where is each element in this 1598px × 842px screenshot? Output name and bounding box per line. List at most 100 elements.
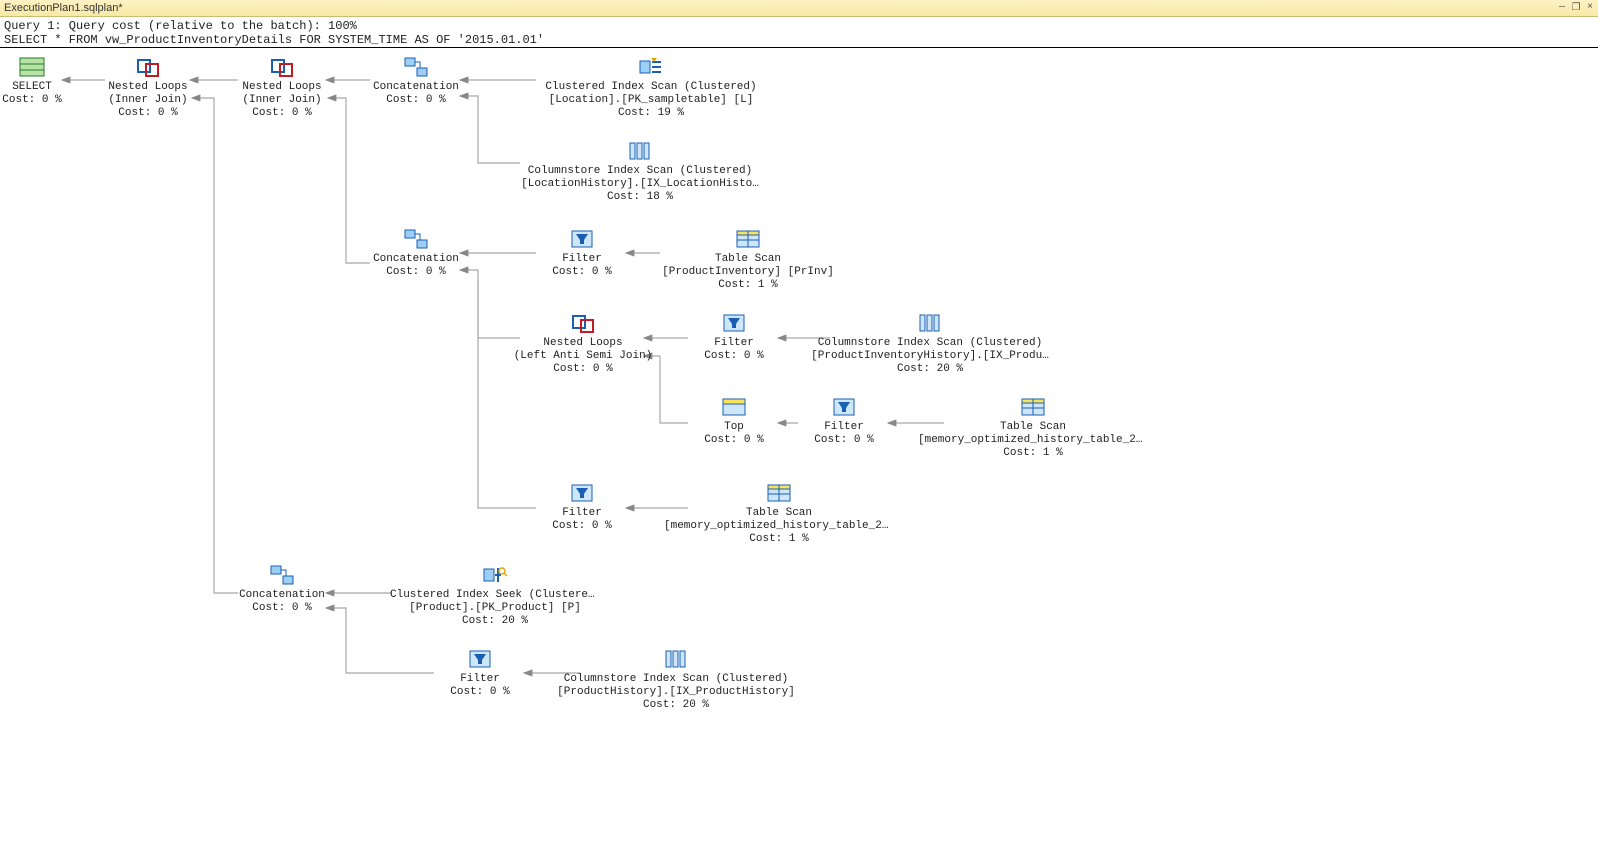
node-label: Columnstore Index Scan (Clustered) [810, 337, 1050, 350]
node-detail: (Inner Join) [98, 94, 198, 107]
node-columnstore-scan-2[interactable]: Columnstore Index Scan (Clustered) [Prod… [810, 312, 1050, 376]
node-detail: (Left Anti Semi Join) [508, 350, 658, 363]
node-cost: Cost: 0 % [98, 107, 198, 120]
node-label: Nested Loops [98, 81, 198, 94]
node-label: Nested Loops [508, 337, 658, 350]
node-label: Concatenation [366, 253, 466, 266]
window-restore-icon[interactable]: ❐ [1570, 2, 1582, 14]
node-nested-loops-3[interactable]: Nested Loops (Left Anti Semi Join) Cost:… [508, 312, 658, 376]
node-cost: Cost: 0 % [508, 363, 658, 376]
node-label: Nested Loops [232, 81, 332, 94]
node-cost: Cost: 0 % [232, 107, 332, 120]
filter-icon [466, 648, 494, 670]
node-concatenation-3[interactable]: Concatenation Cost: 0 % [232, 564, 332, 615]
window-controls: — ❐ × [1556, 2, 1596, 14]
node-detail: [Location].[PK_sampletable] [L] [536, 94, 766, 107]
node-label: Table Scan [664, 507, 894, 520]
node-detail: (Inner Join) [232, 94, 332, 107]
node-cost: Cost: 1 % [918, 447, 1148, 460]
node-detail: [ProductInventory] [PrInv] [658, 266, 838, 279]
node-table-scan-3[interactable]: Table Scan [memory_optimized_history_tab… [664, 482, 894, 546]
node-cost: Cost: 0 % [232, 602, 332, 615]
node-label: Concatenation [366, 81, 466, 94]
nested-loops-icon [134, 56, 162, 78]
node-cost: Cost: 0 % [532, 266, 632, 279]
node-detail: [Product].[PK_Product] [P] [390, 602, 600, 615]
node-label: Table Scan [658, 253, 838, 266]
nested-loops-icon [569, 312, 597, 334]
filter-icon [720, 312, 748, 334]
concatenation-icon [402, 228, 430, 250]
node-nested-loops-2[interactable]: Nested Loops (Inner Join) Cost: 0 % [232, 56, 332, 120]
node-detail: [ProductHistory].[IX_ProductHistory] [556, 686, 796, 699]
columnstore-scan-icon [662, 648, 690, 670]
node-select[interactable]: SELECT Cost: 0 % [0, 56, 82, 107]
clustered-index-scan-icon [637, 56, 665, 78]
node-label: Filter [794, 421, 894, 434]
node-label: Filter [684, 337, 784, 350]
window-close-icon[interactable]: × [1584, 2, 1596, 14]
node-top[interactable]: Top Cost: 0 % [684, 396, 784, 447]
node-cost: Cost: 0 % [0, 94, 82, 107]
node-cost: Cost: 0 % [532, 520, 632, 533]
filter-icon [568, 482, 596, 504]
node-label: Clustered Index Scan (Clustered) [536, 81, 766, 94]
node-cost: Cost: 0 % [684, 350, 784, 363]
node-filter-4[interactable]: Filter Cost: 0 % [532, 482, 632, 533]
node-concatenation-2[interactable]: Concatenation Cost: 0 % [366, 228, 466, 279]
select-icon [18, 56, 46, 78]
filter-icon [568, 228, 596, 250]
top-icon [720, 396, 748, 418]
node-filter-5[interactable]: Filter Cost: 0 % [430, 648, 530, 699]
window-min-icon[interactable]: — [1556, 2, 1568, 14]
node-detail: [LocationHistory].[IX_LocationHisto… [520, 178, 760, 191]
node-filter-2[interactable]: Filter Cost: 0 % [684, 312, 784, 363]
node-clustered-index-seek[interactable]: Clustered Index Seek (Clustered) [Produc… [390, 564, 600, 628]
node-table-scan-1[interactable]: Table Scan [ProductInventory] [PrInv] Co… [658, 228, 838, 292]
query-cost-text: Query 1: Query cost (relative to the bat… [4, 19, 357, 33]
query-sql-text: SELECT * FROM vw_ProductInventoryDetails… [4, 33, 544, 47]
node-detail: [memory_optimized_history_table_200… [664, 520, 894, 533]
node-columnstore-scan-1[interactable]: Columnstore Index Scan (Clustered) [Loca… [520, 140, 760, 204]
node-cost: Cost: 0 % [366, 266, 466, 279]
node-columnstore-scan-3[interactable]: Columnstore Index Scan (Clustered) [Prod… [556, 648, 796, 712]
node-filter-3[interactable]: Filter Cost: 0 % [794, 396, 894, 447]
node-cost: Cost: 20 % [556, 699, 796, 712]
node-label: Filter [532, 507, 632, 520]
node-label: Table Scan [918, 421, 1148, 434]
node-label: Columnstore Index Scan (Clustered) [520, 165, 760, 178]
node-label: Clustered Index Seek (Clustered) [390, 589, 600, 602]
node-nested-loops-1[interactable]: Nested Loops (Inner Join) Cost: 0 % [98, 56, 198, 120]
node-cost: Cost: 18 % [520, 191, 760, 204]
concatenation-icon [268, 564, 296, 586]
node-filter-1[interactable]: Filter Cost: 0 % [532, 228, 632, 279]
node-concatenation-1[interactable]: Concatenation Cost: 0 % [366, 56, 466, 107]
columnstore-scan-icon [916, 312, 944, 334]
node-cost: Cost: 1 % [664, 533, 894, 546]
nested-loops-icon [268, 56, 296, 78]
node-label: Columnstore Index Scan (Clustered) [556, 673, 796, 686]
node-table-scan-2[interactable]: Table Scan [memory_optimized_history_tab… [918, 396, 1148, 460]
node-cost: Cost: 0 % [366, 94, 466, 107]
execution-plan-canvas[interactable]: SELECT Cost: 0 % Nested Loops (Inner Joi… [0, 48, 1598, 842]
node-detail: [memory_optimized_history_table_200… [918, 434, 1148, 447]
table-scan-icon [765, 482, 793, 504]
tab-title[interactable]: ExecutionPlan1.sqlplan* [2, 2, 123, 14]
node-cost: Cost: 0 % [684, 434, 784, 447]
query-header: Query 1: Query cost (relative to the bat… [0, 17, 1598, 48]
node-label: Filter [532, 253, 632, 266]
node-cost: Cost: 20 % [810, 363, 1050, 376]
node-label: Top [684, 421, 784, 434]
node-cost: Cost: 0 % [430, 686, 530, 699]
node-cost: Cost: 19 % [536, 107, 766, 120]
node-label: Filter [430, 673, 530, 686]
tab-bar: ExecutionPlan1.sqlplan* — ❐ × [0, 0, 1598, 17]
node-cost: Cost: 1 % [658, 279, 838, 292]
table-scan-icon [734, 228, 762, 250]
columnstore-scan-icon [626, 140, 654, 162]
node-clustered-index-scan-1[interactable]: Clustered Index Scan (Clustered) [Locati… [536, 56, 766, 120]
node-cost: Cost: 20 % [390, 615, 600, 628]
concatenation-icon [402, 56, 430, 78]
node-cost: Cost: 0 % [794, 434, 894, 447]
node-label: Concatenation [232, 589, 332, 602]
